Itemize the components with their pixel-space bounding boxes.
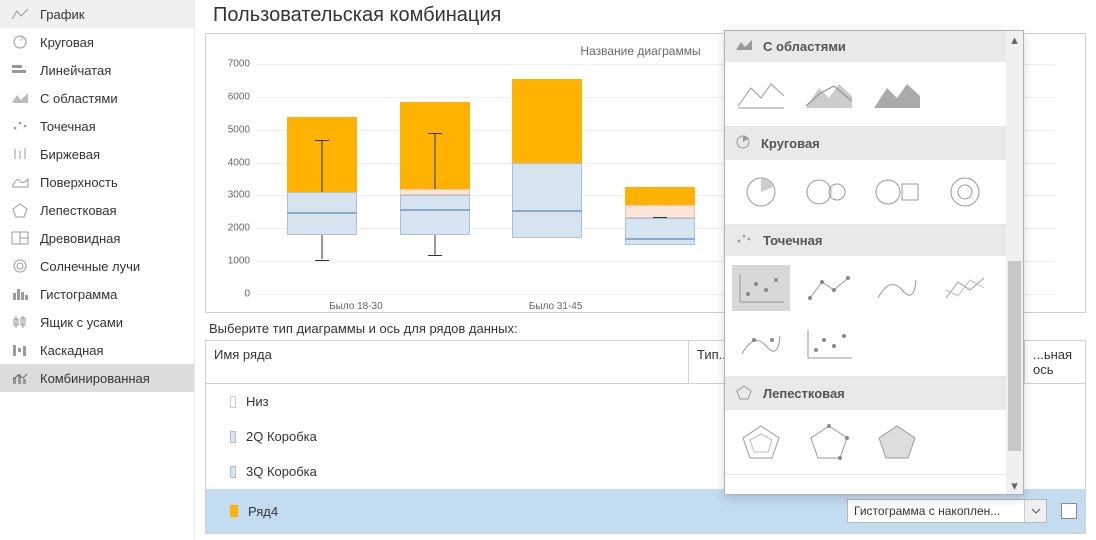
chart-group-label: Лепестковая — [763, 386, 845, 401]
sidebar-item-label: Круговая — [40, 35, 94, 50]
sidebar-item-surface[interactable]: Поверхность — [0, 168, 194, 196]
chart-subtype-thumb[interactable] — [731, 320, 791, 368]
sidebar-item-pie[interactable]: Круговая — [0, 28, 194, 56]
sidebar-item-label: Комбинированная — [40, 371, 150, 386]
series-swatch-icon — [230, 466, 236, 478]
sidebar-item-waterfall[interactable]: Каскадная — [0, 336, 194, 364]
sidebar-item-label: Гистограмма — [40, 287, 117, 302]
chart-type-sidebar: График Круговая Линейчатая С областями Т… — [0, 0, 195, 540]
scroll-down-icon[interactable]: ▾ — [1006, 477, 1023, 494]
chart-subtype-thumb[interactable] — [799, 70, 859, 118]
pie-icon — [735, 134, 751, 153]
sidebar-item-radar[interactable]: Лепестковая — [0, 196, 194, 224]
sidebar-item-label: Каскадная — [40, 343, 104, 358]
surface-chart-icon — [10, 173, 30, 191]
line-chart-icon — [10, 5, 30, 23]
chart-subtype-thumb[interactable] — [935, 168, 995, 216]
secondary-axis-checkbox[interactable] — [1061, 503, 1077, 519]
treemap-chart-icon — [10, 229, 30, 247]
series-row[interactable]: Ряд4 Гистограмма с накоплен... — [206, 489, 1085, 533]
series-name: Низ — [246, 394, 269, 409]
chart-type-dropdown[interactable]: Гистограмма с накоплен... — [847, 499, 1047, 523]
col-secondary-axis: ...ьная ось — [1025, 341, 1085, 383]
chart-subtype-thumb[interactable] — [867, 70, 927, 118]
chart-group-label: Точечная — [763, 233, 822, 248]
chart-group-header: Круговая — [725, 127, 1006, 160]
sidebar-item-label: Лепестковая — [40, 203, 117, 218]
chart-group-label: С областями — [763, 39, 846, 54]
sidebar-item-line[interactable]: График — [0, 0, 194, 28]
chart-subtype-thumb[interactable] — [799, 264, 859, 312]
sidebar-item-label: С областями — [40, 91, 118, 106]
combo-chart-icon — [10, 369, 30, 387]
col-series-name: Имя ряда — [206, 341, 689, 383]
radar-chart-icon — [10, 201, 30, 219]
sidebar-item-bar[interactable]: Линейчатая — [0, 56, 194, 84]
sidebar-item-label: Древовидная — [40, 231, 120, 246]
chart-group-header: С областями — [725, 31, 1006, 62]
scrollbar[interactable]: ▴ ▾ — [1006, 31, 1023, 494]
series-swatch-icon — [230, 505, 238, 517]
sidebar-item-label: Ящик с усами — [40, 315, 123, 330]
chart-subtype-thumb[interactable] — [731, 418, 791, 466]
sidebar-item-boxwhisker[interactable]: Ящик с усами — [0, 308, 194, 336]
sidebar-item-scatter[interactable]: Точечная — [0, 112, 194, 140]
sidebar-item-label: Линейчатая — [40, 63, 111, 78]
sidebar-item-area[interactable]: С областями — [0, 84, 194, 112]
scatter-chart-icon — [10, 117, 30, 135]
area-icon — [735, 38, 753, 55]
sidebar-item-treemap[interactable]: Древовидная — [0, 224, 194, 252]
chart-subtype-thumb[interactable] — [799, 320, 859, 368]
chart-group-header: Точечная — [725, 225, 1006, 256]
boxwhisker-chart-icon — [10, 313, 30, 331]
chart-yaxis: 01000200030004000500060007000 — [218, 64, 254, 294]
sunburst-chart-icon — [10, 257, 30, 275]
chart-type-picker: С областями Круговая Точечная Лепестковая ▴… — [724, 30, 1024, 495]
sidebar-item-label: Солнечные лучи — [40, 259, 140, 274]
waterfall-chart-icon — [10, 341, 30, 359]
series-name: 3Q Коробка — [246, 464, 317, 479]
chart-subtype-thumb[interactable] — [935, 264, 995, 312]
sidebar-item-label: Поверхность — [40, 175, 118, 190]
sidebar-item-stock[interactable]: Биржевая — [0, 140, 194, 168]
chart-subtype-thumb[interactable] — [731, 70, 791, 118]
series-swatch-icon — [230, 396, 236, 408]
sidebar-item-combo[interactable]: Комбинированная — [0, 364, 194, 392]
bar-chart-icon — [10, 61, 30, 79]
main-panel: Пользовательская комбинация Название диа… — [195, 0, 1096, 540]
chart-subtype-thumb[interactable] — [867, 168, 927, 216]
histogram-chart-icon — [10, 285, 30, 303]
scatter-icon — [735, 232, 753, 249]
chart-subtype-thumb[interactable] — [731, 168, 791, 216]
series-swatch-icon — [230, 431, 236, 443]
chart-subtype-thumb[interactable] — [731, 264, 791, 312]
series-name: 2Q Коробка — [246, 429, 317, 444]
pie-chart-icon — [10, 33, 30, 51]
sidebar-item-sunburst[interactable]: Солнечные лучи — [0, 252, 194, 280]
sidebar-item-label: Точечная — [40, 119, 96, 134]
scroll-thumb[interactable] — [1008, 261, 1021, 451]
area-chart-icon — [10, 89, 30, 107]
chart-subtype-thumb[interactable] — [867, 418, 927, 466]
page-title: Пользовательская комбинация — [205, 0, 1086, 33]
chart-subtype-thumb[interactable] — [799, 168, 859, 216]
radar-icon — [735, 384, 753, 403]
scroll-up-icon[interactable]: ▴ — [1006, 31, 1023, 48]
chart-group-header: Лепестковая — [725, 377, 1006, 410]
sidebar-item-label: График — [40, 7, 84, 22]
sidebar-item-histogram[interactable]: Гистограмма — [0, 280, 194, 308]
chart-subtype-thumb[interactable] — [799, 418, 859, 466]
chart-subtype-thumb[interactable] — [867, 264, 927, 312]
chart-group-label: Круговая — [761, 136, 820, 151]
sidebar-item-label: Биржевая — [40, 147, 100, 162]
series-name: Ряд4 — [248, 504, 278, 519]
stock-chart-icon — [10, 145, 30, 163]
chevron-down-icon[interactable] — [1024, 500, 1046, 522]
